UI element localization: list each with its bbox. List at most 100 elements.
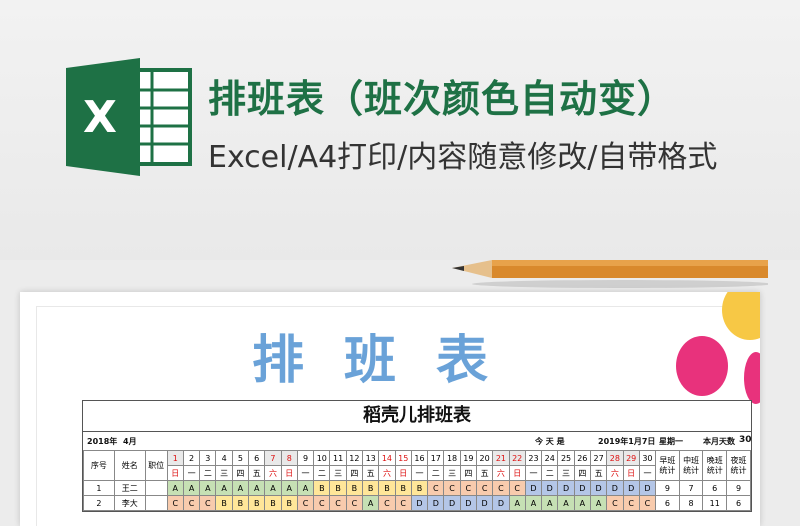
weekday-label: 日 [166,465,184,481]
shift-cell[interactable]: C [199,495,217,511]
shift-cell[interactable]: B [280,495,298,511]
day-number: 22 [508,450,526,466]
shift-cell[interactable]: D [459,495,477,511]
shift-cell[interactable]: A [541,495,559,511]
shift-cell[interactable]: C [638,495,657,511]
shift-cell[interactable]: A [280,480,298,496]
shift-count: 7 [678,480,704,496]
shift-cell[interactable]: C [296,495,315,511]
weekday-label: 日 [280,465,298,481]
shift-cell[interactable]: A [508,495,526,511]
shift-cell[interactable]: C [508,480,526,496]
shift-cell[interactable]: D [524,480,543,496]
day-number: 25 [557,450,575,466]
shift-cell[interactable]: B [264,495,282,511]
shift-cell[interactable]: B [329,480,347,496]
weekday-label: 四 [345,465,364,481]
day-number: 15 [394,450,412,466]
column-header-name: 姓名 [113,450,146,481]
shift-cell[interactable]: A [524,495,543,511]
employee-name[interactable]: 李大 [113,495,146,511]
year-value[interactable]: 2018年 [87,436,117,447]
shift-cell[interactable]: D [427,495,445,511]
schedule-table: 序号 姓名 职位 1 2 3 4 5 6 7 8 9 10 11 12 13 14 15 16 17 18 19 20 21 2… [83,450,751,511]
shift-count: 8 [678,495,704,511]
day-number: 28 [606,450,624,466]
shift-cell[interactable]: C [427,480,445,496]
day-number: 3 [199,450,217,466]
stat-header-line1: 中班 [683,455,700,465]
table-row: 2 李大 C C C B B B B B C C C C A C C D D D D D D A A A A A A C C C 6 8 11 6 [83,495,751,511]
shift-cell[interactable]: C [475,480,494,496]
shift-cell[interactable]: A [215,480,233,496]
day-number: 23 [524,450,543,466]
shift-cell[interactable]: C [443,480,461,496]
shift-cell[interactable]: A [557,495,575,511]
shift-cell[interactable]: D [410,495,429,511]
shift-cell[interactable]: D [541,480,559,496]
shift-cell[interactable]: C [378,495,396,511]
shift-cell[interactable]: A [264,480,282,496]
shift-count: 9 [726,480,751,496]
shift-cell[interactable]: A [166,480,184,496]
shift-cell[interactable]: C [492,480,510,496]
stat-header-line1: 晚班 [706,455,723,465]
weekday-label: 二 [541,465,559,481]
shift-cell[interactable]: A [248,480,266,496]
day-number: 26 [573,450,591,466]
day-number: 5 [231,450,250,466]
weekday-label: 一 [182,465,201,481]
shift-cell[interactable]: D [443,495,461,511]
day-header-row: 序号 姓名 职位 1 2 3 4 5 6 7 8 9 10 11 12 13 14 15 16 17 18 19 20 21 2… [83,450,751,481]
shift-cell[interactable]: B [410,480,429,496]
shift-cell[interactable]: C [345,495,364,511]
shift-cell[interactable]: C [313,495,331,511]
day-number: 2 [182,450,201,466]
shift-cell[interactable]: A [231,480,250,496]
shift-cell[interactable]: A [296,480,315,496]
shift-cell[interactable]: B [248,495,266,511]
shift-cell[interactable]: C [622,495,640,511]
shift-cell[interactable]: D [557,480,575,496]
day-number: 29 [622,450,640,466]
employee-role[interactable] [144,480,168,496]
shift-cell[interactable]: B [345,480,364,496]
shift-cell[interactable]: C [459,480,477,496]
today-label: 今 天 是 [535,437,565,446]
stat-header: 早班 统计 [655,450,680,481]
shift-cell[interactable]: D [573,480,591,496]
day-number: 4 [215,450,233,466]
shift-cell[interactable]: B [231,495,250,511]
shift-cell[interactable]: B [215,495,233,511]
shift-cell[interactable]: A [199,480,217,496]
shift-cell[interactable]: B [362,480,380,496]
employee-role[interactable] [144,495,168,511]
month-value[interactable]: 4月 [123,436,137,447]
shift-cell[interactable]: C [166,495,184,511]
day-number: 7 [264,450,282,466]
shift-cell[interactable]: D [638,480,657,496]
shift-cell[interactable]: B [394,480,412,496]
stat-header: 晚班 统计 [702,450,728,481]
shift-cell[interactable]: C [394,495,412,511]
shift-cell[interactable]: C [329,495,347,511]
shift-cell[interactable]: B [313,480,331,496]
shift-cell[interactable]: D [475,495,494,511]
shift-cell[interactable]: D [622,480,640,496]
shift-cell[interactable]: A [589,495,608,511]
shift-cell[interactable]: A [362,495,380,511]
shift-cell[interactable]: B [378,480,396,496]
shift-cell[interactable]: C [182,495,201,511]
shift-cell[interactable]: A [182,480,201,496]
shift-cell[interactable]: A [573,495,591,511]
column-header-role: 职位 [144,450,168,481]
shift-cell[interactable]: D [606,480,624,496]
employee-name[interactable]: 王二 [113,480,146,496]
shift-cell[interactable]: D [589,480,608,496]
table-row: 1 王二 A A A A A A A A A B B B B B B B C C C C C C D D D D D D D D 9 7 6 9 [83,480,751,496]
column-header-no: 序号 [83,450,115,481]
stat-header-line1: 夜班 [730,455,747,465]
shift-cell[interactable]: D [492,495,510,511]
shift-cell[interactable]: C [606,495,624,511]
day-number: 10 [313,450,331,466]
